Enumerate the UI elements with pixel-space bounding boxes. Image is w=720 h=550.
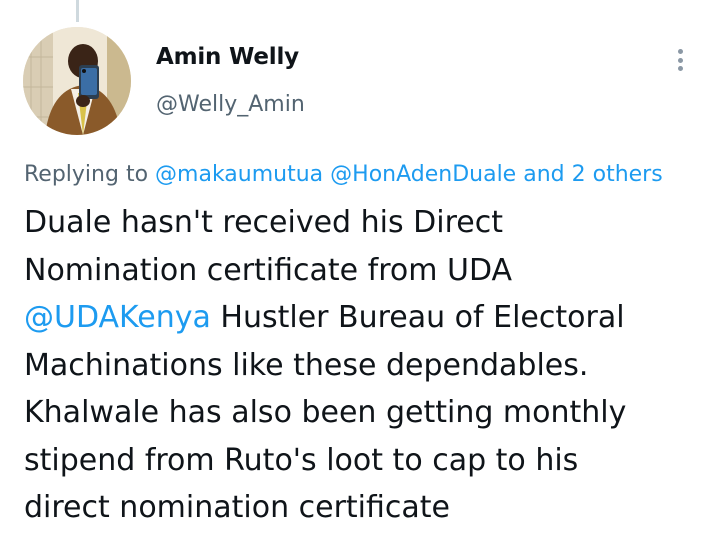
more-vertical-icon-dot — [677, 57, 683, 63]
author-handle[interactable]: @Welly_Amin — [156, 92, 305, 117]
thread-connector-line — [76, 0, 79, 22]
avatar-photo — [23, 27, 131, 135]
tweet-line: @UDAKenya Hustler Bureau of Electoral — [24, 294, 714, 342]
tweet-line: Duale hasn't received his Direct — [24, 205, 503, 240]
tweet-line: Khalwale has also been getting monthly — [24, 395, 627, 430]
tweet-text: Duale hasn't received his Direct Nominat… — [24, 199, 714, 532]
more-vertical-icon-dot — [677, 66, 683, 72]
replying-to: Replying to @makaumutua @HonAdenDuale an… — [24, 162, 663, 187]
more-vertical-icon — [677, 48, 683, 54]
tweet-line: Machinations like these dependables. — [24, 347, 589, 383]
mention-link[interactable]: @UDAKenya — [24, 300, 211, 335]
avatar[interactable] — [23, 27, 131, 135]
tweet-line-text: Hustler Bureau of Electoral — [220, 300, 625, 335]
replying-to-label: Replying to — [24, 162, 149, 187]
tweet-line: direct nomination certificate — [24, 490, 451, 525]
mention-link[interactable]: @makaumutua — [155, 162, 323, 187]
tweet-line: stipend from Ruto's loot to cap to his — [24, 442, 579, 478]
author-name[interactable]: Amin Welly — [156, 44, 299, 70]
mention-link[interactable]: @HonAdenDuale — [330, 162, 516, 187]
others-link[interactable]: and 2 others — [523, 162, 662, 187]
more-options-button[interactable] — [664, 44, 696, 76]
tweet-line: Nomination certificate from UDA — [24, 252, 513, 288]
